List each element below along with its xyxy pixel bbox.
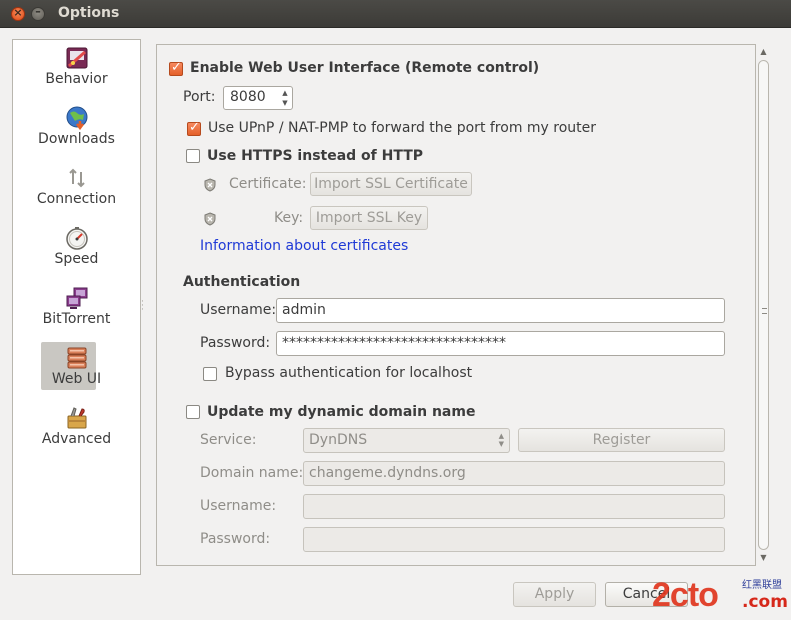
scrollbar-thumb[interactable] (758, 60, 769, 550)
key-label: Key: (274, 210, 304, 226)
server-stack-icon (67, 347, 87, 369)
close-window-button[interactable]: × (11, 6, 25, 21)
vertical-scrollbar[interactable]: ▲ ▼ (757, 46, 770, 564)
bypass-localhost-label: Bypass authentication for localhost (225, 365, 473, 381)
scroll-grip-icon (762, 308, 767, 314)
sidebar-item-label: Speed (54, 251, 99, 267)
minimize-icon: – (35, 5, 41, 18)
network-computers-icon (66, 287, 88, 309)
domain-name-label: Domain name: (200, 465, 304, 481)
tools-icon (67, 407, 87, 429)
sidebar-item-label: Downloads (38, 131, 115, 147)
username-input[interactable]: admin (276, 298, 725, 323)
sidebar-item-advanced[interactable]: Advanced (13, 402, 140, 460)
sidebar-item-label: Advanced (41, 431, 112, 447)
scroll-up-icon[interactable]: ▲ (757, 46, 770, 58)
dyndns-username-label: Username: (200, 498, 277, 514)
connection-arrows-icon (69, 168, 85, 188)
upnp-checkbox[interactable] (187, 120, 201, 136)
options-sidebar: Behavior Downloads Connection Speed BitT… (12, 39, 141, 575)
enable-webui-label: Enable Web User Interface (Remote contro… (190, 60, 540, 76)
username-label: Username: (200, 302, 277, 318)
minimize-window-button[interactable]: – (31, 5, 45, 21)
service-label: Service: (200, 432, 257, 448)
sidebar-item-label: Connection (36, 191, 117, 207)
sidebar-item-speed[interactable]: Speed (13, 222, 140, 280)
watermark-domain: .com (742, 592, 788, 612)
combo-arrows-icon: ▲ ▼ (498, 432, 504, 448)
service-select[interactable]: DynDNS ▲ ▼ (303, 428, 510, 453)
watermark-brand: 2cto (652, 576, 719, 614)
globe-download-icon (66, 106, 88, 130)
window-title: Options (58, 5, 120, 21)
domain-name-input[interactable]: changeme.dyndns.org (303, 461, 725, 486)
dyndns-label: Update my dynamic domain name (207, 404, 476, 420)
scroll-down-icon[interactable]: ▼ (757, 552, 770, 564)
spin-arrows-icon[interactable]: ▲ ▼ (280, 88, 290, 108)
dyndns-username-input[interactable] (303, 494, 725, 519)
https-checkbox[interactable] (186, 149, 200, 163)
sidebar-item-label: BitTorrent (42, 311, 111, 327)
watermark-subtitle: 红黑联盟 (742, 580, 782, 591)
sidebar-splitter-handle[interactable]: · · · (141, 298, 146, 315)
https-label: Use HTTPS instead of HTTP (207, 148, 424, 164)
certificate-info-link[interactable]: Information about certificates (200, 238, 408, 254)
sidebar-item-connection[interactable]: Connection (13, 162, 140, 220)
register-button[interactable]: Register (518, 428, 725, 452)
sidebar-item-label: Web UI (51, 371, 102, 387)
sidebar-item-downloads[interactable]: Downloads (13, 102, 140, 160)
import-ssl-key-button[interactable]: Import SSL Key (310, 206, 428, 230)
port-spinbox[interactable]: 8080 ▲ ▼ (223, 86, 293, 110)
apply-button[interactable]: Apply (513, 582, 596, 607)
password-label: Password: (200, 335, 271, 351)
port-label: Port: (183, 89, 216, 105)
sidebar-item-label: Behavior (45, 71, 108, 87)
certificate-label: Certificate: (229, 176, 307, 192)
behavior-icon (66, 47, 88, 69)
speedometer-icon (66, 227, 88, 250)
upnp-label: Use UPnP / NAT-PMP to forward the port f… (208, 120, 597, 136)
service-value: DynDNS (309, 432, 368, 448)
title-bar: × – Options (0, 0, 791, 28)
sidebar-item-web-ui[interactable]: Web UI (13, 342, 140, 400)
dyndns-password-label: Password: (200, 531, 271, 547)
authentication-heading: Authentication (183, 274, 301, 290)
close-icon: × (13, 6, 23, 19)
sidebar-item-behavior[interactable]: Behavior (13, 42, 140, 100)
enable-webui-checkbox[interactable] (169, 60, 183, 76)
port-value: 8080 (230, 89, 266, 105)
dyndns-checkbox[interactable] (186, 405, 200, 419)
bypass-localhost-checkbox[interactable] (203, 367, 217, 381)
password-input[interactable]: ******************************** (276, 331, 725, 356)
dyndns-password-input[interactable] (303, 527, 725, 552)
import-ssl-certificate-button[interactable]: Import SSL Certificate (310, 172, 472, 196)
shield-icon (204, 178, 216, 192)
watermark-logo: 2cto 红黑联盟 .com (646, 574, 791, 620)
shield-icon (204, 212, 216, 226)
sidebar-item-bittorrent[interactable]: BitTorrent (13, 282, 140, 340)
